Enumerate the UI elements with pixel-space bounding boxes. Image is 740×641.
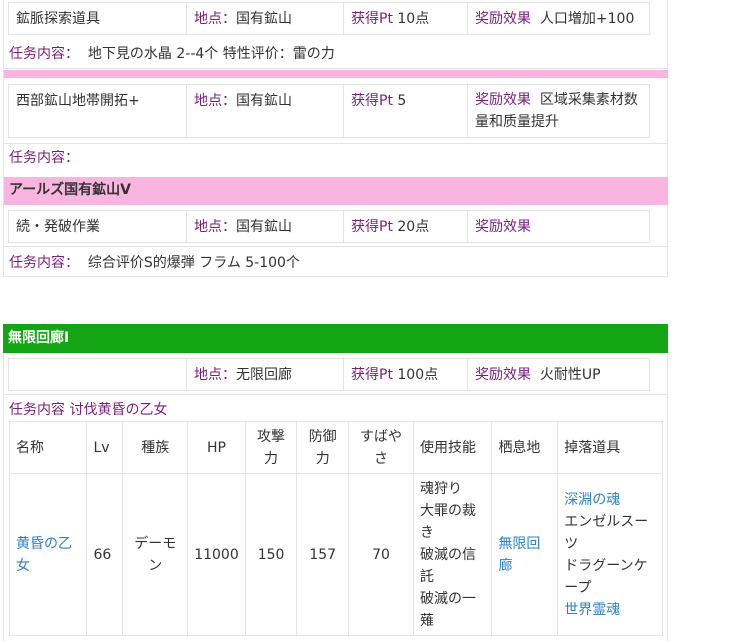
monster-table: 名称 Lv 種族 HP 攻撃力 防御力 すばやさ 使用技能 栖息地 掉落道具 黄… xyxy=(8,421,663,636)
divider xyxy=(4,68,668,69)
header-race: 種族 xyxy=(122,421,189,474)
monster-atk: 150 xyxy=(244,473,298,636)
pink-separator xyxy=(4,70,668,78)
section-header-arls-mine: アールズ国有鉱山V xyxy=(4,177,668,205)
monster-race: デーモン xyxy=(122,473,189,636)
task-pt: 获得Pt 100点 xyxy=(344,359,468,390)
monster-skills: 魂狩り 大罪の裁き 破滅の信託 破滅の一薙 xyxy=(412,473,493,636)
task-pt: 获得Pt 10点 xyxy=(344,3,468,34)
monster-habitat-link[interactable]: 無限回廊 xyxy=(491,473,559,636)
task-reward: 奖励效果 人口増加+100 xyxy=(475,11,635,27)
skill-item: 魂狩り xyxy=(419,480,462,497)
task-row-3: 続・発破作業 地点：国有鉱山 获得Pt 20点 奖励效果 xyxy=(8,210,650,243)
task-reward: 奖励效果 区域采集素材数量和质量提升 xyxy=(475,92,638,130)
task-location: 地点：无限回廊 xyxy=(187,359,344,390)
task-content-1: 任务内容： 地下見の水晶 2--4个 特性评价：雷の力 xyxy=(9,46,335,62)
monster-def: 157 xyxy=(296,473,350,636)
header-skills: 使用技能 xyxy=(412,421,493,474)
drop-link[interactable]: 世界霊魂 xyxy=(564,599,656,621)
task-row-2: 西部鉱山地帯開拓+ 地点：国有鉱山 获得Pt 5 奖励效果 区域采集素材数量和质… xyxy=(8,84,650,138)
monster-name-link[interactable]: 黄昏の乙女 xyxy=(8,473,88,636)
divider xyxy=(4,143,668,144)
header-drops: 掉落道具 xyxy=(557,421,663,474)
task-reward: 奖励效果 xyxy=(475,219,531,235)
mugen-info-row: 地点：无限回廊 获得Pt 100点 奖励效果 火耐性UP xyxy=(8,358,650,391)
monster-spd: 70 xyxy=(348,473,414,636)
header-lv: Lv xyxy=(86,421,124,474)
header-name: 名称 xyxy=(8,421,88,474)
divider xyxy=(4,246,668,247)
task-location: 地点：国有鉱山 xyxy=(187,85,344,137)
task-name-empty xyxy=(9,359,187,390)
header-spd: すばやさ xyxy=(348,421,414,474)
task-name: 鉱脈探索道具 xyxy=(9,3,187,34)
task-row-1: 鉱脈探索道具 地点：国有鉱山 获得Pt 10点 奖励效果 人口増加+100 xyxy=(8,2,650,35)
monster-hp: 11000 xyxy=(187,473,246,636)
drop-link[interactable]: 深淵の魂 xyxy=(564,489,656,511)
header-habitat: 栖息地 xyxy=(491,421,559,474)
skill-item: 破滅の信託 xyxy=(419,546,476,585)
task-name: 続・発破作業 xyxy=(9,211,187,242)
task-reward: 奖励效果 火耐性UP xyxy=(475,367,601,383)
header-def: 防御力 xyxy=(296,421,350,474)
header-hp: HP xyxy=(187,421,246,474)
task-pt: 获得Pt 20点 xyxy=(344,211,468,242)
task-name: 西部鉱山地帯開拓+ xyxy=(9,85,187,137)
task-pt: 获得Pt 5 xyxy=(344,85,468,137)
divider xyxy=(4,394,668,395)
drop-item: ドラグーンケープ xyxy=(564,557,648,596)
monster-table-header: 名称 Lv 種族 HP 攻撃力 防御力 すばやさ 使用技能 栖息地 掉落道具 xyxy=(8,421,663,474)
mugen-task-content: 任务内容 讨伐黄昏の乙女 xyxy=(9,402,168,418)
skill-item: 破滅の一薙 xyxy=(419,590,476,629)
section-header-mugen: 無限回廊I xyxy=(3,324,668,353)
task-location: 地点：国有鉱山 xyxy=(187,3,344,34)
drop-item: エンゼルスーツ xyxy=(564,513,649,552)
task-content-3: 任务内容： 综合评价S的爆弾 フラム 5-100个 xyxy=(9,255,300,271)
task-location: 地点：国有鉱山 xyxy=(187,211,344,242)
skill-item: 大罪の裁き xyxy=(419,502,476,541)
monster-lv: 66 xyxy=(86,473,124,636)
table-row: 黄昏の乙女 66 デーモン 11000 150 157 70 魂狩り 大罪の裁き… xyxy=(8,473,663,636)
monster-drops: 深淵の魂 エンゼルスーツ ドラグーンケープ 世界霊魂 xyxy=(557,473,663,636)
task-content-2: 任务内容： xyxy=(9,150,79,166)
header-atk: 攻撃力 xyxy=(244,421,298,474)
